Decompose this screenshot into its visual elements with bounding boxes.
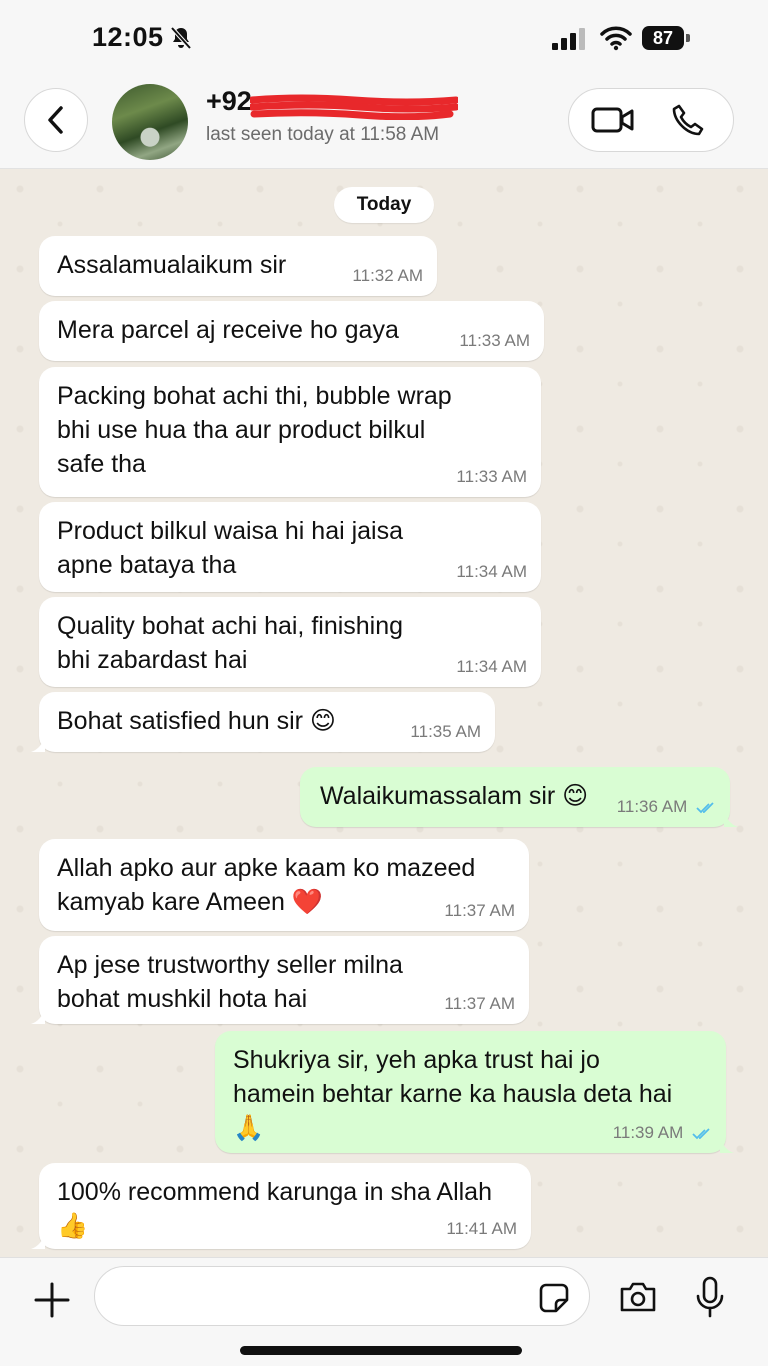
sticker-icon[interactable] [538, 1282, 570, 1314]
status-bar: 12:05 87 [0, 0, 768, 76]
chat-header: +92 last seen today at 11:58 AM [0, 76, 768, 169]
last-seen-status: last seen today at 11:58 AM [206, 124, 440, 145]
message-bubble-incoming[interactable]: Packing bohat achi thi, bubble wrap bhi … [39, 367, 541, 497]
mic-icon[interactable] [694, 1276, 726, 1318]
message-bubble-incoming[interactable]: Product bilkul waisa hi hai jaisa apne b… [39, 502, 541, 592]
message-text: Walaikumassalam sir 😊 [320, 782, 589, 810]
date-chip: Today [334, 187, 434, 223]
back-chevron-icon [48, 106, 63, 134]
message-text: Mera parcel aj receive ho gaya [57, 316, 399, 344]
message-input[interactable] [94, 1266, 590, 1326]
message-time: 11:37 AM [444, 901, 515, 920]
wifi-icon [600, 26, 632, 51]
phone-call-icon[interactable] [671, 103, 705, 137]
message-time: 11:32 AM [352, 266, 423, 285]
back-button[interactable] [24, 88, 88, 152]
message-time-label: 11:39 AM [612, 1123, 684, 1142]
message-time: 11:33 AM [456, 467, 527, 486]
contact-avatar[interactable] [112, 84, 188, 160]
message-time: 11:33 AM [459, 331, 530, 350]
chat-area[interactable]: Today Assalamualaikum sir 11:32 AM Mera … [0, 169, 768, 1257]
camera-icon[interactable] [618, 1280, 658, 1314]
message-text: Packing bohat achi thi, bubble wrap bhi … [57, 382, 452, 478]
message-time-label: 11:36 AM [616, 797, 688, 816]
redaction-scribble [250, 94, 458, 120]
message-time: 11:41 AM [446, 1219, 517, 1238]
message-bubble-incoming[interactable]: Assalamualaikum sir 11:32 AM [39, 236, 437, 296]
read-ticks-icon [692, 1127, 710, 1139]
message-time: 11:35 AM [410, 722, 481, 741]
signal-icon [552, 28, 585, 50]
plus-icon[interactable] [32, 1280, 72, 1320]
message-bubble-incoming[interactable]: Ap jese trustworthy seller milna bohat m… [31, 936, 529, 1024]
message-text: 100% recommend karunga in sha Allah 👍 [57, 1178, 492, 1240]
bell-slash-icon [170, 26, 192, 50]
message-text: Allah apko aur apke kaam ko mazeed kamya… [57, 854, 476, 916]
message-bubble-outgoing[interactable]: Walaikumassalam sir 😊 11:36 AM [300, 767, 738, 827]
message-bubble-incoming[interactable]: 100% recommend karunga in sha Allah 👍 11… [31, 1163, 531, 1249]
message-text: Ap jese trustworthy seller milna bohat m… [57, 951, 403, 1013]
status-time: 12:05 [92, 22, 164, 52]
message-bubble-incoming[interactable]: Quality bohat achi hai, finishing bhi za… [39, 597, 541, 687]
home-indicator [240, 1346, 522, 1355]
contact-name[interactable]: +92 [206, 86, 252, 117]
message-text: Quality bohat achi hai, finishing bhi za… [57, 612, 404, 674]
message-bubble-incoming[interactable]: Mera parcel aj receive ho gaya 11:33 AM [39, 301, 544, 361]
message-text: Shukriya sir, yeh apka trust hai jo hame… [233, 1046, 673, 1142]
message-time: 11:34 AM [456, 657, 527, 676]
message-time: 11:34 AM [456, 562, 527, 581]
message-time: 11:37 AM [444, 994, 515, 1013]
message-time: 11:39 AM [613, 1123, 712, 1143]
message-text: Assalamualaikum sir [57, 251, 287, 279]
message-time: 11:36 AM [617, 797, 716, 817]
message-bubble-outgoing[interactable]: Shukriya sir, yeh apka trust hai jo hame… [215, 1031, 734, 1153]
read-ticks-icon [696, 801, 714, 813]
message-text: Bohat satisfied hun sir 😊 [57, 707, 336, 735]
call-actions [568, 88, 734, 152]
composer-bar [0, 1257, 768, 1366]
message-text: Product bilkul waisa hi hai jaisa apne b… [57, 517, 404, 579]
battery-level: 87 [642, 26, 684, 50]
battery-icon: 87 [642, 26, 692, 50]
video-call-icon[interactable] [591, 105, 635, 135]
message-bubble-incoming[interactable]: Bohat satisfied hun sir 😊 11:35 AM [31, 692, 495, 752]
message-bubble-incoming[interactable]: Allah apko aur apke kaam ko mazeed kamya… [39, 839, 529, 931]
